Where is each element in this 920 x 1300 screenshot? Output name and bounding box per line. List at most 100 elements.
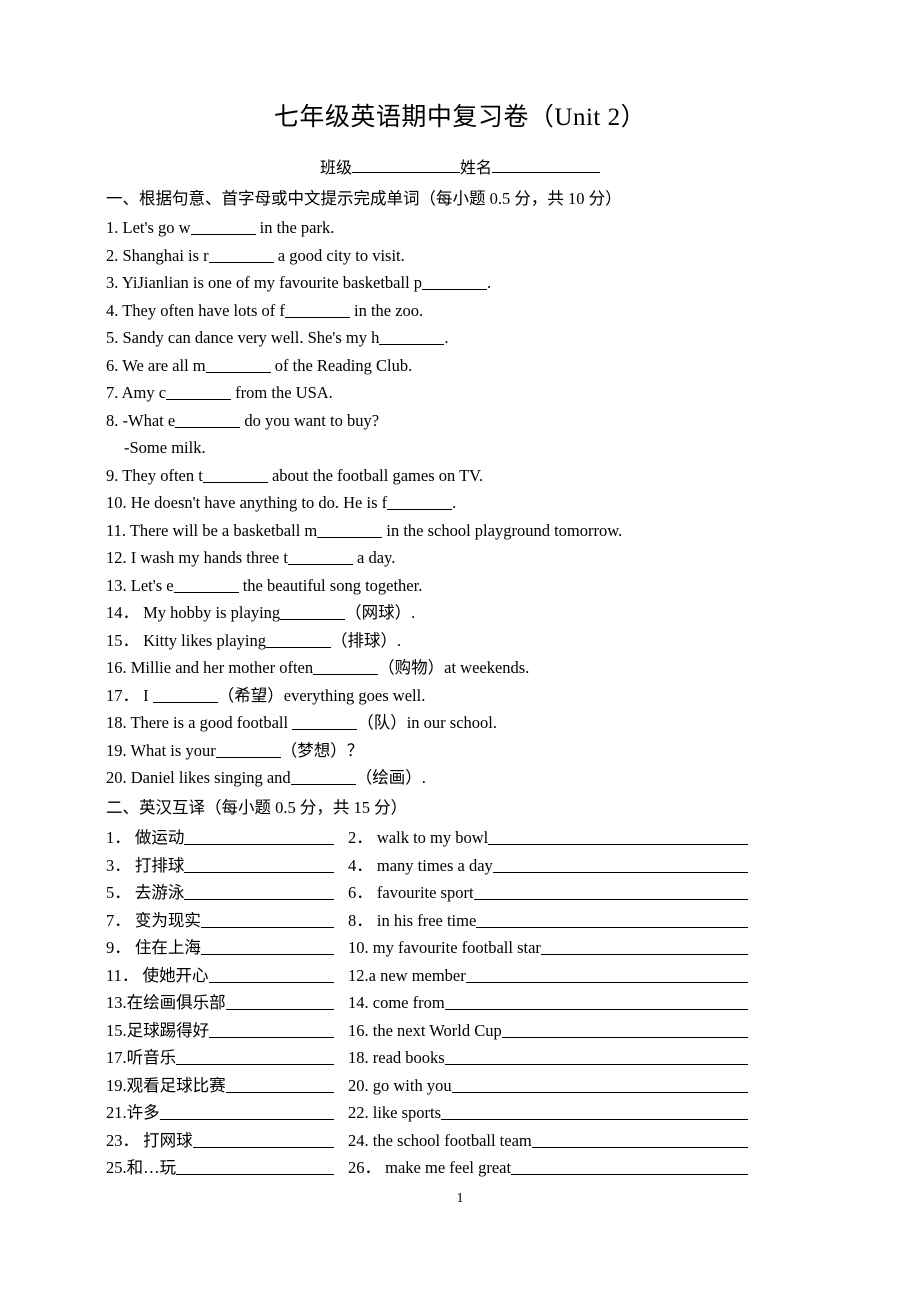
answer-blank[interactable] <box>387 495 453 510</box>
answer-blank[interactable] <box>166 385 232 400</box>
exam-paper-page: 七年级英语期中复习卷（Unit 2） 班级 姓名 一、根据句意、首字母或中文提示完… <box>0 0 920 1300</box>
translation-prompt: 21.许多 <box>106 1099 160 1127</box>
translation-text: read books <box>368 1048 445 1067</box>
question-number: 8. <box>106 410 119 430</box>
translation-text: 观看足球比赛 <box>126 1075 226 1095</box>
translation-text: 听音乐 <box>126 1048 177 1067</box>
translation-prompt: 18. read books <box>348 1044 445 1072</box>
answer-blank[interactable] <box>313 660 379 675</box>
question-text-before: Let's e <box>130 575 174 595</box>
translation-number: 14. <box>348 993 369 1012</box>
answer-blank[interactable] <box>192 1133 334 1148</box>
question-text-before: Millie and her mother often <box>130 658 314 677</box>
answer-blank[interactable] <box>465 968 748 983</box>
answer-blank[interactable] <box>476 913 748 928</box>
answer-blank[interactable] <box>292 715 358 730</box>
translation-row: 25.和…玩 26． make me feel great <box>106 1154 846 1182</box>
translation-text: 打排球 <box>130 855 185 875</box>
question-number: 4. <box>106 300 119 320</box>
answer-blank[interactable] <box>190 220 256 235</box>
answer-blank[interactable] <box>184 830 334 845</box>
question-text-before: I <box>143 685 153 705</box>
answer-blank[interactable] <box>511 1160 748 1175</box>
answer-blank[interactable] <box>441 1105 748 1120</box>
answer-blank[interactable] <box>173 578 239 593</box>
answer-blank[interactable] <box>265 633 331 648</box>
question-item: 10. He doesn't have anything to do. He i… <box>106 489 826 517</box>
page-title: 七年级英语期中复习卷（Unit 2） <box>273 104 647 131</box>
answer-blank[interactable] <box>287 550 353 565</box>
translation-prompt: 15.足球踢得好 <box>106 1017 209 1045</box>
translation-number: 15. <box>106 1020 127 1040</box>
answer-blank[interactable] <box>280 605 346 620</box>
question-text-before: He doesn't have anything to do. He is f <box>130 493 388 512</box>
answer-blank[interactable] <box>200 940 334 955</box>
question-item: 14． My hobby is playing （网球）. <box>106 599 826 627</box>
translation-text: my favourite football star <box>368 938 541 957</box>
answer-blank[interactable] <box>451 1078 748 1093</box>
question-item: 2. Shanghai is r a good city to visit. <box>106 242 826 270</box>
translation-number: 6． <box>348 883 373 902</box>
name-blank[interactable] <box>492 172 601 173</box>
question-text-after: . <box>452 493 457 512</box>
answer-blank[interactable] <box>473 885 748 900</box>
answer-blank[interactable] <box>531 1133 748 1148</box>
answer-blank[interactable] <box>175 413 241 428</box>
answer-blank[interactable] <box>488 830 748 845</box>
answer-blank[interactable] <box>422 275 488 290</box>
question-number: 13. <box>106 575 127 595</box>
answer-blank[interactable] <box>225 995 334 1010</box>
answer-blank[interactable] <box>225 1078 334 1093</box>
answer-blank[interactable] <box>492 858 748 873</box>
translation-item-right: 2． walk to my bowl <box>348 824 768 852</box>
answer-blank[interactable] <box>208 968 334 983</box>
translation-number: 8． <box>348 910 373 930</box>
answer-blank[interactable] <box>284 303 350 318</box>
answer-blank[interactable] <box>208 248 274 263</box>
answer-blank[interactable] <box>200 913 334 928</box>
answer-blank[interactable] <box>202 468 268 483</box>
translation-number: 7． <box>106 910 131 930</box>
answer-blank[interactable] <box>209 1023 334 1038</box>
answer-blank[interactable] <box>176 1050 334 1065</box>
question-item: 15． Kitty likes playing （排球）. <box>106 627 826 655</box>
question-number: 11. <box>106 520 127 540</box>
question-text-after: a good city to visit. <box>273 245 405 265</box>
answer-blank[interactable] <box>152 688 218 703</box>
question-text-before: There is a good football <box>130 713 293 732</box>
answer-blank[interactable] <box>444 995 748 1010</box>
translation-prompt: 20. go with you <box>348 1072 452 1100</box>
translation-prompt: 25.和…玩 <box>106 1154 176 1182</box>
question-text-before: We are all m <box>122 355 206 375</box>
answer-blank[interactable] <box>184 885 334 900</box>
question-text-after: the beautiful song together. <box>238 575 423 595</box>
answer-blank[interactable] <box>176 1160 334 1175</box>
translation-number: 23． <box>106 1130 139 1150</box>
section-1-question-list: 1. Let's go w in the park. 2. Shanghai is… <box>106 214 826 792</box>
answer-blank[interactable] <box>379 330 445 345</box>
class-blank[interactable] <box>352 172 460 173</box>
answer-blank[interactable] <box>317 523 383 538</box>
answer-blank[interactable] <box>215 743 281 758</box>
question-text-after: of the Reading Club. <box>270 355 413 375</box>
answer-blank[interactable] <box>205 358 271 373</box>
translation-row: 19.观看足球比赛 20. go with you <box>106 1072 846 1100</box>
answer-blank[interactable] <box>501 1023 748 1038</box>
answer-blank[interactable] <box>290 770 356 785</box>
translation-prompt: 1． 做运动 <box>106 824 184 852</box>
question-number: 6. <box>106 355 119 375</box>
question-text-after: do you want to buy? <box>240 410 380 430</box>
translation-number: 5． <box>106 883 131 902</box>
page-number: 1 <box>456 1191 464 1206</box>
answer-blank[interactable] <box>444 1050 748 1065</box>
question-text-before: They often t <box>122 465 203 485</box>
translation-text: walk to my bowl <box>372 828 489 847</box>
answer-blank[interactable] <box>184 858 334 873</box>
translation-number: 4． <box>348 855 373 875</box>
translation-prompt: 19.观看足球比赛 <box>106 1072 226 1100</box>
answer-blank[interactable] <box>540 940 748 955</box>
question-item: 7. Amy c from the USA. <box>106 379 826 407</box>
question-text-after: （排球）. <box>330 630 402 650</box>
translation-item-right: 6． favourite sport <box>348 879 768 907</box>
answer-blank[interactable] <box>159 1105 334 1120</box>
